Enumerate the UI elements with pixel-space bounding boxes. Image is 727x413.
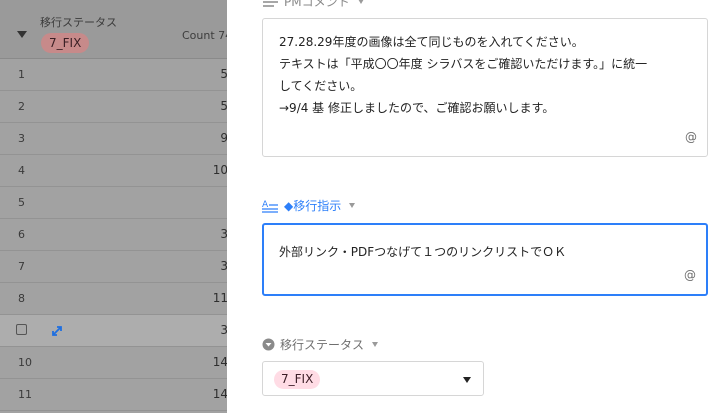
row-number: 4 — [18, 164, 25, 177]
table-row-selected[interactable]: 3 — [0, 315, 240, 347]
chevron-down-icon[interactable] — [463, 377, 471, 383]
status-select[interactable]: 7_FIX — [262, 361, 484, 396]
group-count-label: Count 74 — [182, 29, 233, 42]
grid-group-header: 移行ステータス 7_FIX Count 74 — [0, 0, 240, 59]
field-menu-caret-icon[interactable] — [349, 203, 356, 208]
pm-comment-line: してください。 — [279, 79, 363, 93]
rich-text-icon: A — [262, 200, 278, 213]
pm-comment-line: 27.28.29年度の画像は全て同じものを入れてください。 — [279, 35, 584, 49]
instruction-textarea[interactable]: 外部リンク・PDFつなげて１つのリンクリストでＯＫ @ — [262, 223, 708, 296]
row-number: 2 — [18, 100, 25, 113]
pm-comment-line: テキストは「平成〇〇年度 シラバスをご確認いただけます。」に統一 — [279, 57, 648, 71]
row-number: 3 — [18, 132, 25, 145]
status-value-pill: 7_FIX — [274, 370, 321, 389]
pm-comment-line: →9/4 基 修正しましたので、ご確認お願いします。 — [279, 101, 555, 115]
row-number: 6 — [18, 228, 25, 241]
record-detail-panel: PMコメント 27.28.29年度の画像は全て同じものを入れてください。 テキス… — [227, 0, 727, 413]
row-number: 10 — [18, 356, 32, 369]
table-row[interactable]: 10 14 — [0, 347, 240, 379]
table-row[interactable]: 7 3 — [0, 251, 240, 283]
pm-comment-field-label: PMコメント — [262, 0, 364, 10]
collapse-group-toggle-icon[interactable] — [17, 31, 27, 38]
instruction-label-text: ◆移行指示 — [284, 199, 342, 213]
row-number: 11 — [18, 388, 32, 401]
table-row[interactable]: 11 14 — [0, 379, 240, 411]
instruction-field-label: A ◆移行指示 — [262, 197, 356, 214]
instruction-text: 外部リンク・PDFつなげて１つのリンクリストでＯＫ — [279, 245, 567, 259]
table-row[interactable]: 1 5 — [0, 59, 240, 91]
row-count-value: 14 — [212, 387, 228, 401]
table-row[interactable]: 4 10 — [0, 155, 240, 187]
group-status-pill: 7_FIX — [41, 33, 90, 53]
pm-comment-textarea[interactable]: 27.28.29年度の画像は全て同じものを入れてください。 テキストは「平成〇〇… — [262, 18, 708, 157]
row-number: 1 — [18, 68, 25, 81]
expand-record-icon[interactable] — [50, 324, 64, 338]
row-count-value: 14 — [212, 355, 228, 369]
row-number: 7 — [18, 260, 25, 273]
row-select-checkbox[interactable] — [16, 324, 27, 335]
status-field-label: 移行ステータス — [262, 336, 379, 353]
group-field-label: 移行ステータス — [40, 16, 117, 29]
long-text-icon — [263, 0, 278, 7]
mention-icon[interactable]: @ — [684, 264, 696, 286]
single-select-icon — [262, 338, 275, 351]
row-count-value: 10 — [212, 163, 228, 177]
field-menu-caret-icon[interactable] — [372, 342, 379, 347]
status-label-text: 移行ステータス — [280, 338, 365, 352]
table-row[interactable]: 8 11 — [0, 283, 240, 315]
row-count-value: 11 — [212, 291, 228, 305]
row-number: 8 — [18, 292, 25, 305]
table-row[interactable]: 3 9 — [0, 123, 240, 155]
row-number: 5 — [18, 196, 25, 209]
pm-comment-label-text: PMコメント — [284, 0, 350, 9]
records-grid: 移行ステータス 7_FIX Count 74 1 5 2 5 3 9 4 10 … — [0, 0, 240, 413]
table-row[interactable]: 6 3 — [0, 219, 240, 251]
field-menu-caret-icon[interactable] — [357, 0, 364, 4]
table-row[interactable]: 5 — [0, 187, 240, 219]
mention-icon[interactable]: @ — [685, 126, 697, 148]
table-row[interactable]: 2 5 — [0, 91, 240, 123]
